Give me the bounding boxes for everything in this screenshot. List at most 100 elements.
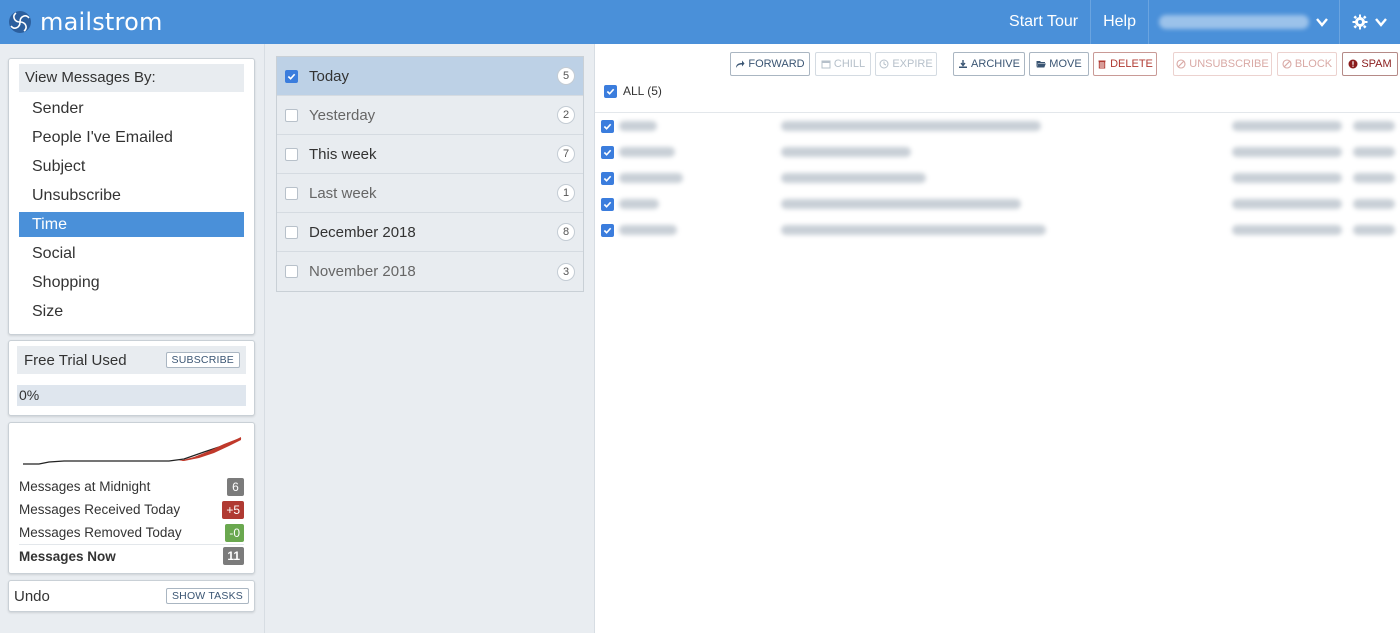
stat-row: Messages at Midnight 6 — [19, 475, 244, 498]
message-checkbox[interactable] — [601, 145, 614, 159]
select-all-row[interactable]: ALL (5) — [604, 84, 662, 98]
message-time-redacted — [1353, 121, 1395, 131]
message-row[interactable] — [595, 191, 1400, 217]
trial-progress-bar: 0% — [17, 385, 246, 406]
block-button[interactable]: BLOCK — [1277, 52, 1337, 76]
stats-panel: Messages at Midnight 6 Messages Received T… — [8, 422, 255, 574]
stat-label: Messages Removed Today — [19, 525, 182, 540]
message-sender-redacted — [619, 199, 659, 209]
check-icon — [603, 175, 612, 182]
time-group-checkbox[interactable] — [285, 108, 298, 122]
forward-button[interactable]: FORWARD — [730, 52, 810, 76]
stat-badge: 6 — [227, 477, 244, 496]
message-subject-redacted — [781, 225, 1046, 235]
chill-button[interactable]: CHILL — [815, 52, 871, 76]
trial-header: Free Trial Used SUBSCRIBE — [17, 346, 246, 374]
message-pane: FORWARD CHILL EXPIRE ARCHIVE MOVE DELETE… — [595, 44, 1400, 633]
message-subject-redacted — [781, 199, 1021, 209]
view-by-item-people-i-ve-emailed[interactable]: People I've Emailed — [19, 123, 244, 152]
stat-row: Messages Received Today +5 — [19, 498, 244, 521]
time-group-count: 5 — [557, 67, 575, 85]
view-by-item-time[interactable]: Time — [19, 212, 244, 237]
stat-badge: +5 — [222, 500, 244, 519]
message-checkbox[interactable] — [601, 223, 614, 237]
message-subject-redacted — [781, 173, 926, 183]
show-tasks-button[interactable]: SHOW TASKS — [165, 588, 249, 604]
time-group-label: Today — [309, 67, 350, 85]
move-button[interactable]: MOVE — [1029, 52, 1089, 76]
spam-button[interactable]: SPAM — [1342, 52, 1398, 76]
view-by-item-subject[interactable]: Subject — [19, 152, 244, 181]
download-icon — [959, 60, 968, 68]
time-group-count: 3 — [557, 262, 575, 281]
message-checkbox[interactable] — [601, 119, 614, 133]
view-by-item-shopping[interactable]: Shopping — [19, 268, 244, 297]
message-sender-redacted — [619, 121, 657, 131]
message-row[interactable] — [595, 113, 1400, 139]
group-list-column: Today 5 Yesterday 2 This week 7 Last week 1 Dece… — [265, 44, 595, 633]
start-tour-link[interactable]: Start Tour — [997, 0, 1090, 44]
view-by-item-unsubscribe[interactable]: Unsubscribe — [19, 181, 244, 210]
calendar-icon — [821, 60, 831, 69]
message-subject-redacted — [781, 147, 911, 157]
message-sender-redacted — [619, 173, 683, 183]
mailstrom-logo-icon — [9, 11, 31, 33]
time-group-row[interactable]: This week 7 — [277, 135, 583, 174]
message-time-redacted — [1353, 225, 1395, 235]
time-group-checkbox[interactable] — [285, 69, 298, 83]
account-menu[interactable] — [1149, 0, 1339, 44]
time-group-checkbox[interactable] — [285, 265, 298, 278]
view-by-panel: View Messages By: Sender People I've Emai… — [8, 58, 255, 335]
time-group-row[interactable]: Last week 1 — [277, 174, 583, 213]
view-by-item-size[interactable]: Size — [19, 297, 244, 326]
time-group-checkbox[interactable] — [285, 147, 298, 161]
stat-row: Messages Now 11 — [19, 544, 244, 567]
clock-icon — [879, 59, 889, 69]
undo-label[interactable]: Undo — [14, 588, 50, 605]
message-date-redacted — [1232, 173, 1342, 183]
action-toolbar: FORWARD CHILL EXPIRE ARCHIVE MOVE DELETE… — [595, 52, 1400, 76]
brand[interactable]: mailstrom — [8, 6, 163, 38]
time-group-row[interactable]: Today 5 — [277, 57, 583, 96]
left-sidebar: View Messages By: Sender People I've Emai… — [0, 44, 265, 633]
check-icon — [603, 201, 612, 208]
message-checkbox[interactable] — [601, 171, 614, 185]
message-count-sparkline — [23, 437, 242, 465]
folder-open-icon — [1036, 61, 1047, 68]
stat-label: Messages Now — [19, 548, 116, 564]
unsubscribe-button[interactable]: UNSUBSCRIBE — [1173, 52, 1272, 76]
time-group-label: Yesterday — [309, 106, 376, 124]
time-group-count: 2 — [557, 106, 575, 124]
time-group-checkbox[interactable] — [285, 186, 298, 200]
time-group-row[interactable]: December 2018 8 — [277, 213, 583, 252]
time-group-row[interactable]: November 2018 3 — [277, 252, 583, 291]
top-bar: mailstrom Start Tour Help — [0, 0, 1400, 44]
gear-icon — [1352, 14, 1368, 30]
message-row[interactable] — [595, 165, 1400, 191]
view-by-item-sender[interactable]: Sender — [19, 94, 244, 123]
time-group-label: November 2018 — [309, 263, 416, 280]
message-subject-redacted — [781, 121, 1041, 131]
chevron-down-icon — [1375, 18, 1387, 27]
stat-badge: -0 — [225, 523, 244, 542]
stat-label: Messages at Midnight — [19, 479, 151, 494]
view-by-item-social[interactable]: Social — [19, 239, 244, 268]
message-time-redacted — [1353, 199, 1395, 209]
time-group-row[interactable]: Yesterday 2 — [277, 96, 583, 135]
expire-button[interactable]: EXPIRE — [875, 52, 937, 76]
select-all-checkbox[interactable] — [604, 84, 617, 98]
subscribe-button[interactable]: SUBSCRIBE — [165, 352, 240, 368]
delete-button[interactable]: DELETE — [1093, 52, 1157, 76]
ban-icon — [1176, 59, 1186, 69]
stat-badge: 11 — [223, 547, 244, 565]
message-row[interactable] — [595, 217, 1400, 243]
archive-button[interactable]: ARCHIVE — [953, 52, 1025, 76]
message-list — [595, 112, 1400, 243]
help-link[interactable]: Help — [1091, 0, 1148, 44]
time-group-checkbox[interactable] — [285, 225, 298, 239]
message-checkbox[interactable] — [601, 197, 614, 211]
message-row[interactable] — [595, 139, 1400, 165]
message-time-redacted — [1353, 147, 1395, 157]
top-nav: Start Tour Help — [997, 0, 1400, 44]
settings-menu[interactable] — [1340, 0, 1400, 44]
